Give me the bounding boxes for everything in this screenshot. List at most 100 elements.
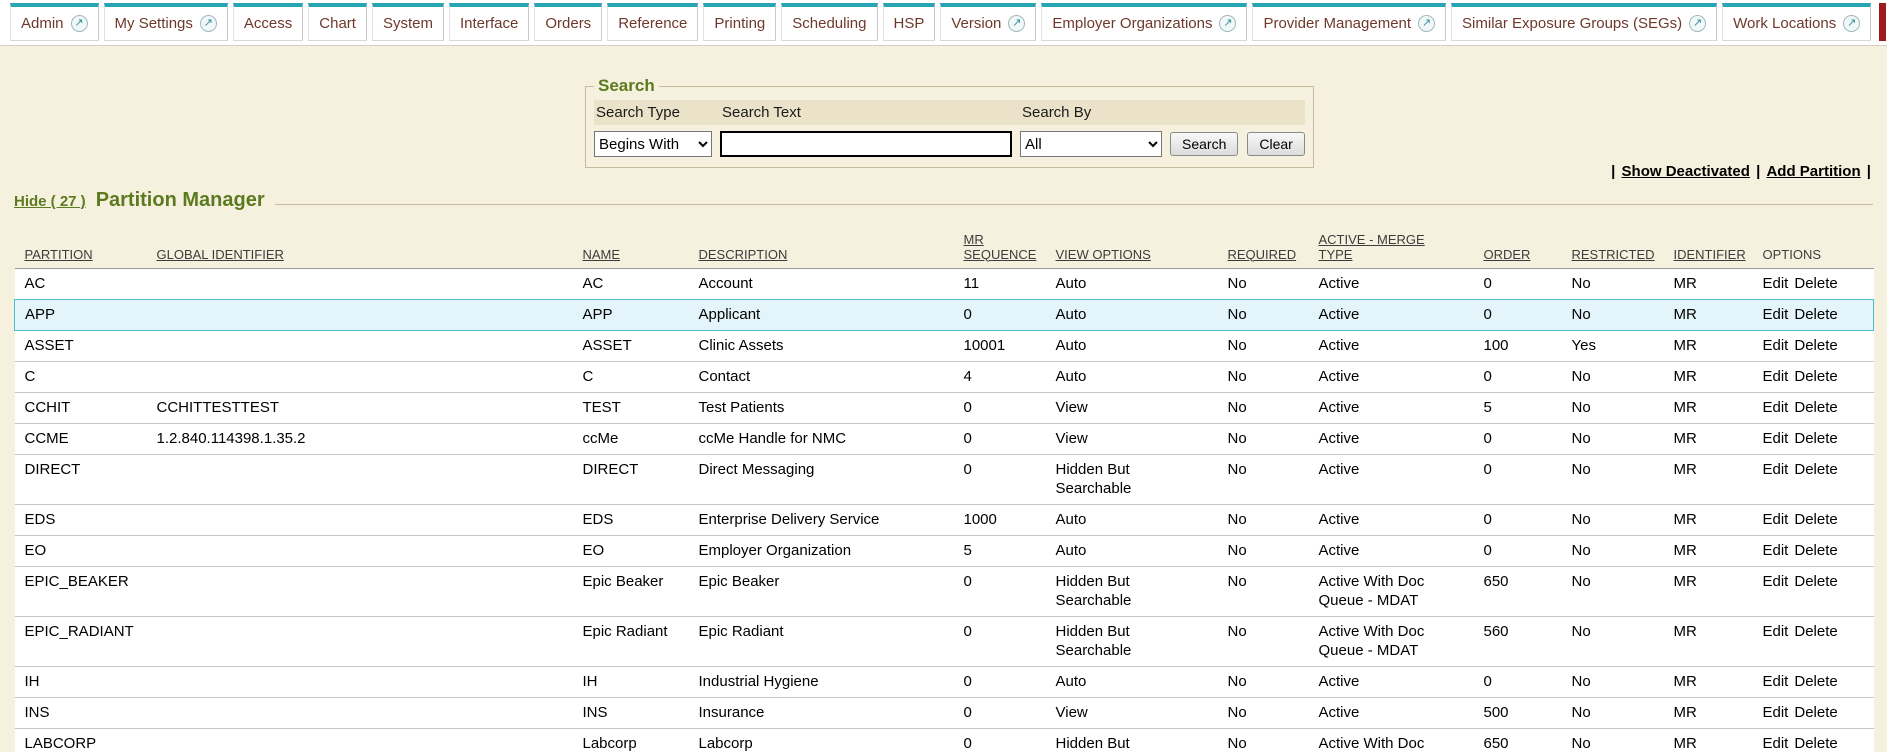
edit-link[interactable]: Edit — [1763, 623, 1789, 640]
column-header-active-merge-type[interactable]: ACTIVE - MERGE TYPE — [1309, 224, 1474, 268]
nav-tab-reference[interactable]: Reference — [607, 3, 698, 41]
cell-partition: AC — [15, 268, 147, 299]
table-row-epic-radiant[interactable]: EPIC_RADIANTEpic RadiantEpic Radiant0Hid… — [15, 616, 1874, 666]
search-by-select[interactable]: All — [1020, 131, 1162, 157]
table-row-direct[interactable]: DIRECTDIRECTDirect Messaging0Hidden But … — [15, 454, 1874, 504]
delete-link[interactable]: Delete — [1794, 275, 1837, 292]
cell-description: Test Patients — [689, 392, 954, 423]
edit-link[interactable]: Edit — [1763, 461, 1789, 478]
delete-link[interactable]: Delete — [1794, 542, 1837, 559]
column-header-order[interactable]: ORDER — [1474, 224, 1562, 268]
delete-link[interactable]: Delete — [1794, 704, 1837, 721]
open-new-window-icon[interactable] — [71, 15, 88, 32]
delete-link[interactable]: Delete — [1794, 735, 1837, 752]
edit-link[interactable]: Edit — [1763, 306, 1789, 323]
delete-link[interactable]: Delete — [1794, 430, 1837, 447]
column-header-partition[interactable]: PARTITION — [15, 224, 147, 268]
cell-active-merge-type: Active With Doc Queue - MDAT — [1309, 616, 1474, 666]
edit-link[interactable]: Edit — [1763, 573, 1789, 590]
column-header-description[interactable]: DESCRIPTION — [689, 224, 954, 268]
table-row-epic-beaker[interactable]: EPIC_BEAKEREpic BeakerEpic Beaker0Hidden… — [15, 566, 1874, 616]
delete-link[interactable]: Delete — [1794, 337, 1837, 354]
cell-identifier: MR — [1664, 697, 1753, 728]
table-row-ih[interactable]: IHIHIndustrial Hygiene0AutoNoActive0NoMR… — [15, 666, 1874, 697]
table-row-asset[interactable]: ASSETASSETClinic Assets10001AutoNoActive… — [15, 330, 1874, 361]
column-header-required[interactable]: REQUIRED — [1218, 224, 1309, 268]
add-partition-link[interactable]: Add Partition — [1766, 163, 1860, 180]
nav-tab-chart[interactable]: Chart — [308, 3, 367, 41]
nav-tab-version[interactable]: Version — [940, 3, 1036, 41]
search-text-input[interactable] — [720, 131, 1012, 157]
open-new-window-icon[interactable] — [1843, 15, 1860, 32]
edit-link[interactable]: Edit — [1763, 735, 1789, 752]
cell-identifier: MR — [1664, 666, 1753, 697]
nav-tab-label: Orders — [545, 15, 591, 32]
clear-button[interactable]: Clear — [1247, 132, 1304, 156]
open-new-window-icon[interactable] — [200, 15, 217, 32]
nav-tab-label: Access — [244, 15, 292, 32]
table-row-cchit[interactable]: CCHITCCHITTESTTESTTESTTest Patients0View… — [15, 392, 1874, 423]
column-header-view-options[interactable]: VIEW OPTIONS — [1046, 224, 1218, 268]
table-row-eo[interactable]: EOEOEmployer Organization5AutoNoActive0N… — [15, 535, 1874, 566]
nav-tab-my-settings[interactable]: My Settings — [104, 3, 228, 41]
delete-link[interactable]: Delete — [1794, 673, 1837, 690]
column-header-identifier[interactable]: IDENTIFIER — [1664, 224, 1753, 268]
nav-tab-access[interactable]: Access — [233, 3, 303, 41]
cell-name: EO — [573, 535, 689, 566]
search-type-select[interactable]: Begins With — [594, 131, 712, 157]
delete-link[interactable]: Delete — [1794, 306, 1837, 323]
open-new-window-icon[interactable] — [1418, 15, 1435, 32]
show-deactivated-link[interactable]: Show Deactivated — [1622, 163, 1750, 180]
search-button[interactable]: Search — [1170, 132, 1238, 156]
edit-link[interactable]: Edit — [1763, 368, 1789, 385]
nav-tab-admin[interactable]: Admin — [10, 3, 99, 41]
table-row-ac[interactable]: ACACAccount11AutoNoActive0NoMREditDelete — [15, 268, 1874, 299]
delete-link[interactable]: Delete — [1794, 461, 1837, 478]
table-row-c[interactable]: CCContact4AutoNoActive0NoMREditDelete — [15, 361, 1874, 392]
open-new-window-icon[interactable] — [1689, 15, 1706, 32]
nav-tab-interface[interactable]: Interface — [449, 3, 529, 41]
column-header-global-identifier[interactable]: GLOBAL IDENTIFIER — [147, 224, 573, 268]
edit-link[interactable]: Edit — [1763, 399, 1789, 416]
table-row-labcorp[interactable]: LABCORPLabcorpLabcorp0Hidden But Searcha… — [15, 728, 1874, 752]
column-header-restricted[interactable]: RESTRICTED — [1562, 224, 1664, 268]
nav-tab-printing[interactable]: Printing — [703, 3, 776, 41]
nav-tab-employer-organizations[interactable]: Employer Organizations — [1041, 3, 1247, 41]
cell-options: Edit Delete — [1753, 616, 1874, 666]
nav-tab-scheduling[interactable]: Scheduling — [781, 3, 877, 41]
delete-link[interactable]: Delete — [1794, 399, 1837, 416]
delete-link[interactable]: Delete — [1794, 368, 1837, 385]
cell-name: TEST — [573, 392, 689, 423]
cell-options: Edit Delete — [1753, 666, 1874, 697]
column-header-mr-sequence[interactable]: MR SEQUENCE — [954, 224, 1046, 268]
nav-tab-provider-management[interactable]: Provider Management — [1252, 3, 1446, 41]
edit-link[interactable]: Edit — [1763, 337, 1789, 354]
edit-link[interactable]: Edit — [1763, 542, 1789, 559]
section-divider — [275, 204, 1873, 205]
open-new-window-icon[interactable] — [1008, 15, 1025, 32]
edit-link[interactable]: Edit — [1763, 673, 1789, 690]
nav-tab-work-locations[interactable]: Work Locations — [1722, 3, 1871, 41]
table-row-app[interactable]: APPAPPApplicant0AutoNoActive0NoMREditDel… — [15, 299, 1874, 330]
table-row-ins[interactable]: INSINSInsurance0ViewNoActive500NoMREditD… — [15, 697, 1874, 728]
nav-tab-orders[interactable]: Orders — [534, 3, 602, 41]
column-header-name[interactable]: NAME — [573, 224, 689, 268]
nav-tab-similar-exposure-groups-segs[interactable]: Similar Exposure Groups (SEGs) — [1451, 3, 1717, 41]
cell-name: AC — [573, 268, 689, 299]
delete-link[interactable]: Delete — [1794, 573, 1837, 590]
cell-partition: INS — [15, 697, 147, 728]
edit-link[interactable]: Edit — [1763, 275, 1789, 292]
edit-link[interactable]: Edit — [1763, 430, 1789, 447]
delete-link[interactable]: Delete — [1794, 511, 1837, 528]
table-row-eds[interactable]: EDSEDSEnterprise Delivery Service1000Aut… — [15, 504, 1874, 535]
hide-link[interactable]: Hide ( 27 ) — [14, 193, 86, 210]
open-new-window-icon[interactable] — [1219, 15, 1236, 32]
edit-link[interactable]: Edit — [1763, 704, 1789, 721]
nav-tab-system[interactable]: System — [372, 3, 444, 41]
edit-link[interactable]: Edit — [1763, 511, 1789, 528]
delete-link[interactable]: Delete — [1794, 623, 1837, 640]
cell-required: No — [1218, 423, 1309, 454]
table-row-ccme[interactable]: CCME1.2.840.114398.1.35.2ccMeccMe Handle… — [15, 423, 1874, 454]
cell-identifier: MR — [1664, 454, 1753, 504]
nav-tab-hsp[interactable]: HSP — [883, 3, 936, 41]
